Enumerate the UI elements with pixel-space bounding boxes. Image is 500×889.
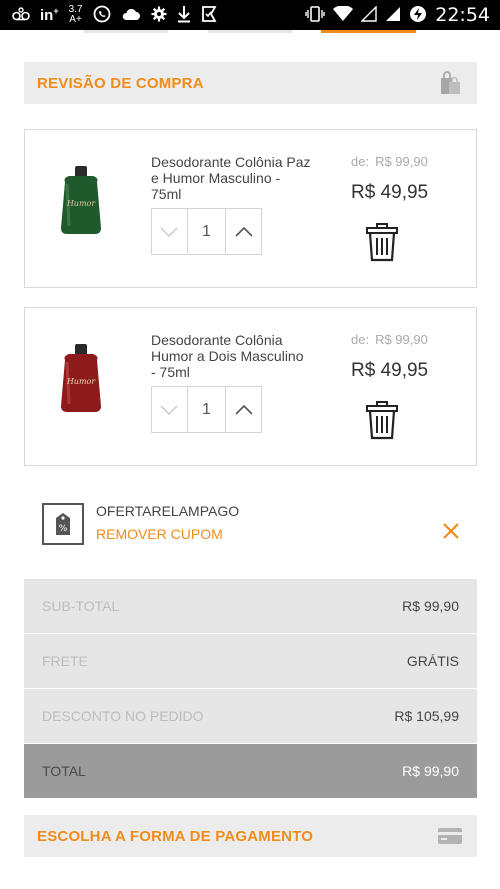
download-icon <box>177 5 191 26</box>
current-price: R$ 49,95 <box>351 360 429 381</box>
original-price-value: R$ 99,90 <box>375 332 428 347</box>
credit-card-icon <box>437 823 463 849</box>
linkedin-icon: in+ <box>40 6 59 24</box>
network-speed-indicator: 3.7 A+ <box>68 4 83 25</box>
shipping-label: FRETE <box>42 653 88 669</box>
coupon-section: % OFERTARELAMPAGO REMOVER CUPOM <box>24 495 477 555</box>
check-flag-icon <box>201 5 217 26</box>
quantity-stepper: 1 <box>151 208 262 255</box>
review-header: REVISÃO DE COMPRA <box>24 62 477 104</box>
cloud-icon <box>121 7 141 24</box>
total-value: R$ 99,90 <box>402 763 459 779</box>
coupon-code: OFERTARELAMPAGO <box>96 503 240 519</box>
payment-header[interactable]: ESCOLHA A FORMA DE PAGAMENTO <box>24 815 477 857</box>
chevron-down-icon <box>160 404 178 415</box>
step-indicator-active <box>321 30 416 33</box>
battery-charging-icon <box>409 5 427 26</box>
settings-gear-icon <box>151 6 167 25</box>
subtotal-value: R$ 99,90 <box>402 598 459 614</box>
signal-icon <box>360 4 377 25</box>
decrease-quantity-button[interactable] <box>152 387 187 432</box>
shipping-row: FRETE GRÁTIS <box>24 634 477 688</box>
total-label: TOTAL <box>42 763 86 779</box>
quantity-value[interactable]: 1 <box>186 209 227 254</box>
vibrate-icon <box>305 5 325 25</box>
product-name: Desodorante Colônia Humor a Dois Masculi… <box>151 332 304 380</box>
original-price-label: de: <box>351 332 370 347</box>
product-name: Desodorante Colônia Paz e Humor Masculin… <box>151 154 311 202</box>
chevron-down-icon <box>160 226 178 237</box>
chevron-up-icon <box>235 226 253 237</box>
step-indicator-1 <box>84 30 168 33</box>
quantity-stepper: 1 <box>151 386 262 433</box>
payment-title: ESCOLHA A FORMA DE PAGAMENTO <box>37 827 314 845</box>
quantity-value[interactable]: 1 <box>186 387 227 432</box>
order-summary: SUB-TOTAL R$ 99,90 FRETE GRÁTIS DESCONTO… <box>24 579 477 799</box>
cart-item: Humor Desodorante Colônia Paz e Humor Ma… <box>24 129 477 288</box>
coupon-tag-icon: % <box>42 503 84 545</box>
voicemail-icon <box>12 6 30 24</box>
whatsapp-icon <box>93 5 111 26</box>
original-price: de: R$ 99,90 <box>351 154 428 169</box>
clock: 22:54 <box>435 4 490 26</box>
step-indicator <box>0 30 500 40</box>
close-icon[interactable] <box>441 521 461 541</box>
increase-quantity-button[interactable] <box>226 209 261 254</box>
decrease-quantity-button[interactable] <box>152 209 187 254</box>
status-bar: in+ 3.7 A+ 22:54 <box>0 0 500 30</box>
wifi-icon <box>333 4 354 25</box>
subtotal-label: SUB-TOTAL <box>42 598 120 614</box>
current-price: R$ 49,95 <box>351 182 429 203</box>
original-price-label: de: <box>351 154 370 169</box>
svg-text:%: % <box>59 524 68 534</box>
cart-item: Humor Desodorante Colônia Humor a Dois M… <box>24 307 477 466</box>
shopping-bags-icon <box>437 70 463 96</box>
chevron-up-icon <box>235 404 253 415</box>
original-price-value: R$ 99,90 <box>375 154 428 169</box>
remove-coupon-link[interactable]: REMOVER CUPOM <box>96 526 223 542</box>
trash-icon[interactable] <box>365 400 399 440</box>
step-indicator-2 <box>208 30 292 33</box>
svg-text:Humor: Humor <box>66 199 97 208</box>
discount-row: DESCONTO NO PEDIDO R$ 105,99 <box>24 689 477 743</box>
subtotal-row: SUB-TOTAL R$ 99,90 <box>24 579 477 633</box>
discount-value: R$ 105,99 <box>394 708 459 724</box>
signal-icon-2 <box>385 6 401 25</box>
product-image: Humor <box>61 344 101 412</box>
original-price: de: R$ 99,90 <box>351 332 428 347</box>
svg-text:Humor: Humor <box>66 377 97 386</box>
review-title: REVISÃO DE COMPRA <box>37 74 204 92</box>
increase-quantity-button[interactable] <box>226 387 261 432</box>
total-row: TOTAL R$ 99,90 <box>24 744 477 798</box>
trash-icon[interactable] <box>365 222 399 262</box>
product-image: Humor <box>61 166 101 234</box>
discount-label: DESCONTO NO PEDIDO <box>42 708 204 724</box>
shipping-value: GRÁTIS <box>406 653 459 669</box>
